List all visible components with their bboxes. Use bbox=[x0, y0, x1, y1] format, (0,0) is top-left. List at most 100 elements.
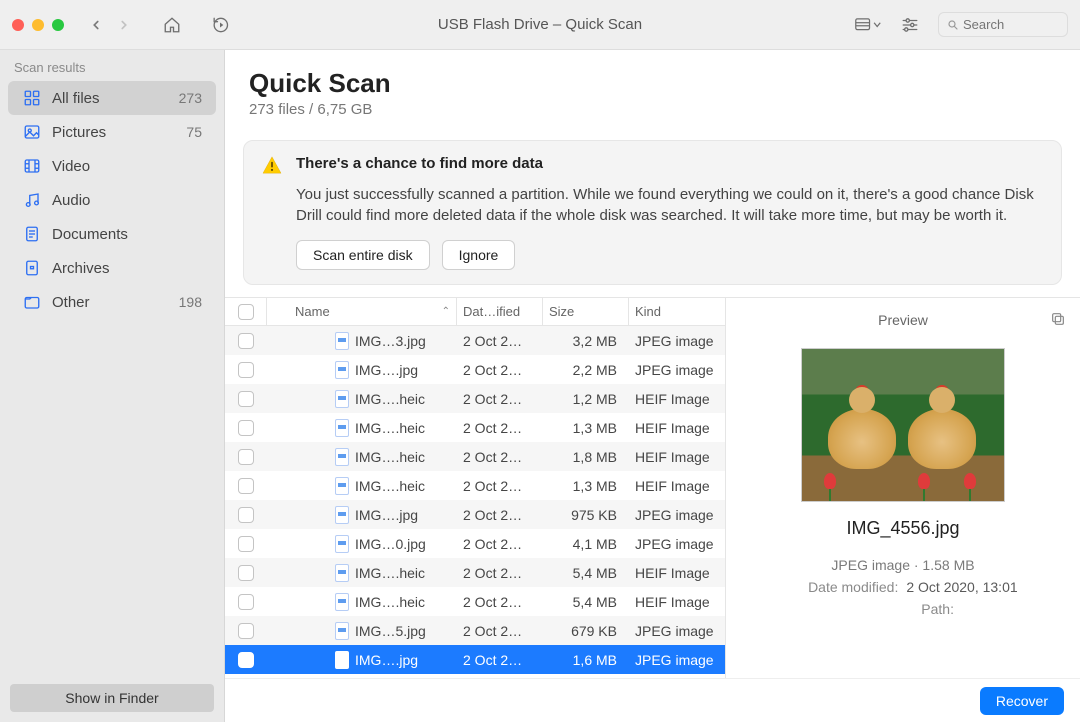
table-row[interactable]: IMG….jpg2 Oct 2…975 KBJPEG image bbox=[225, 500, 725, 529]
view-options-button[interactable] bbox=[854, 11, 882, 39]
page-title: Quick Scan bbox=[249, 68, 1056, 99]
column-date-label: Dat…ified bbox=[463, 304, 520, 319]
row-checkbox[interactable] bbox=[238, 420, 254, 436]
row-name: IMG….heic bbox=[355, 420, 425, 436]
recover-button[interactable]: Recover bbox=[980, 687, 1064, 715]
select-all-checkbox[interactable] bbox=[238, 304, 254, 320]
row-checkbox[interactable] bbox=[238, 391, 254, 407]
table-row[interactable]: IMG…5.jpg2 Oct 2…679 KBJPEG image bbox=[225, 616, 725, 645]
row-date: 2 Oct 2… bbox=[463, 391, 522, 407]
column-kind[interactable]: Kind bbox=[629, 298, 725, 325]
table-row[interactable]: IMG….heic2 Oct 2…5,4 MBHEIF Image bbox=[225, 558, 725, 587]
row-size: 5,4 MB bbox=[573, 594, 617, 610]
file-icon bbox=[335, 622, 349, 640]
ignore-button[interactable]: Ignore bbox=[442, 240, 516, 270]
row-size: 3,2 MB bbox=[573, 333, 617, 349]
footer: Recover bbox=[225, 678, 1080, 722]
main-panel: Quick Scan 273 files / 6,75 GB There's a… bbox=[225, 50, 1080, 722]
row-checkbox[interactable] bbox=[238, 507, 254, 523]
row-checkbox[interactable] bbox=[238, 565, 254, 581]
preview-filename: IMG_4556.jpg bbox=[846, 518, 959, 539]
row-size: 2,2 MB bbox=[573, 362, 617, 378]
sidebar-item-label: Audio bbox=[52, 192, 90, 209]
preview-heading: Preview bbox=[878, 312, 928, 328]
settings-button[interactable] bbox=[896, 11, 924, 39]
row-date: 2 Oct 2… bbox=[463, 420, 522, 436]
minimize-window-button[interactable] bbox=[32, 19, 44, 31]
sidebar: Scan results All files273Pictures75Video… bbox=[0, 50, 225, 722]
row-name: IMG….heic bbox=[355, 478, 425, 494]
row-name: IMG….jpg bbox=[355, 652, 418, 668]
close-window-button[interactable] bbox=[12, 19, 24, 31]
warning-icon bbox=[262, 156, 282, 174]
sidebar-item-pictures[interactable]: Pictures75 bbox=[8, 115, 216, 149]
row-checkbox[interactable] bbox=[238, 594, 254, 610]
row-kind: JPEG image bbox=[635, 623, 714, 639]
table-row[interactable]: IMG…0.jpg2 Oct 2…4,1 MBJPEG image bbox=[225, 529, 725, 558]
row-name: IMG…5.jpg bbox=[355, 623, 426, 639]
row-checkbox[interactable] bbox=[238, 536, 254, 552]
file-icon bbox=[335, 361, 349, 379]
row-size: 1,8 MB bbox=[573, 449, 617, 465]
window-controls bbox=[12, 19, 64, 31]
table-row[interactable]: IMG….heic2 Oct 2…1,3 MBHEIF Image bbox=[225, 413, 725, 442]
row-size: 1,3 MB bbox=[573, 478, 617, 494]
sidebar-item-all-files[interactable]: All files273 bbox=[8, 81, 216, 115]
sidebar-item-archives[interactable]: Archives bbox=[8, 251, 216, 285]
search-icon bbox=[947, 18, 959, 32]
row-checkbox[interactable] bbox=[238, 623, 254, 639]
row-checkbox[interactable] bbox=[238, 333, 254, 349]
table-row[interactable]: IMG….heic 2 Oct 2… 1,8 MB HEIF Image bbox=[225, 442, 725, 471]
home-button[interactable] bbox=[158, 11, 186, 39]
table-row[interactable]: IMG….heic2 Oct 2…5,4 MBHEIF Image bbox=[225, 587, 725, 616]
row-date: 2 Oct 2… bbox=[463, 652, 522, 668]
preview-image bbox=[801, 348, 1005, 502]
row-size: 1,3 MB bbox=[573, 420, 617, 436]
sidebar-item-audio[interactable]: Audio bbox=[8, 183, 216, 217]
film-icon bbox=[22, 156, 42, 176]
sidebar-item-label: Documents bbox=[52, 226, 128, 243]
file-icon bbox=[335, 506, 349, 524]
preview-date-value: 2 Oct 2020, 13:01 bbox=[906, 579, 1017, 595]
table-row[interactable]: IMG….heic2 Oct 2…1,2 MBHEIF Image bbox=[225, 384, 725, 413]
sidebar-item-count: 273 bbox=[179, 90, 202, 106]
preview-panel: Preview IMG_4556.jpg JPEG image · 1.58 M… bbox=[725, 298, 1080, 722]
table-row[interactable]: IMG….jpg2 Oct 2…1,6 MBJPEG image bbox=[225, 645, 725, 674]
table-row[interactable]: IMG…3.jpg2 Oct 2…3,2 MBJPEG image bbox=[225, 326, 725, 355]
sidebar-item-documents[interactable]: Documents bbox=[8, 217, 216, 251]
table-row[interactable]: IMG….jpg2 Oct 2…2,2 MBJPEG image bbox=[225, 355, 725, 384]
forward-button[interactable] bbox=[110, 11, 138, 39]
column-size[interactable]: Size bbox=[543, 298, 629, 325]
page-subtitle: 273 files / 6,75 GB bbox=[249, 101, 1056, 118]
search-field[interactable] bbox=[938, 12, 1068, 37]
row-checkbox[interactable] bbox=[238, 449, 254, 465]
grid-icon bbox=[22, 88, 42, 108]
row-checkbox[interactable] bbox=[238, 362, 254, 378]
row-checkbox[interactable] bbox=[238, 478, 254, 494]
row-name: IMG….heic bbox=[355, 449, 425, 465]
show-in-finder-button[interactable]: Show in Finder bbox=[10, 684, 214, 712]
row-kind: HEIF Image bbox=[635, 449, 710, 465]
scan-entire-disk-button[interactable]: Scan entire disk bbox=[296, 240, 430, 270]
row-kind: JPEG image bbox=[635, 333, 714, 349]
row-date: 2 Oct 2… bbox=[463, 449, 522, 465]
recover-session-button[interactable] bbox=[206, 11, 234, 39]
copy-icon[interactable] bbox=[1050, 311, 1066, 330]
search-input[interactable] bbox=[963, 17, 1059, 32]
file-icon bbox=[335, 535, 349, 553]
sidebar-item-other[interactable]: Other198 bbox=[8, 285, 216, 319]
sidebar-heading: Scan results bbox=[0, 50, 224, 81]
sidebar-item-video[interactable]: Video bbox=[8, 149, 216, 183]
file-icon bbox=[335, 419, 349, 437]
table-row[interactable]: IMG….heic2 Oct 2…1,3 MBHEIF Image bbox=[225, 471, 725, 500]
row-size: 5,4 MB bbox=[573, 565, 617, 581]
maximize-window-button[interactable] bbox=[52, 19, 64, 31]
archive-icon bbox=[22, 258, 42, 278]
column-name[interactable]: Name ⌃ bbox=[267, 298, 457, 325]
column-name-label: Name bbox=[295, 304, 330, 319]
column-date[interactable]: Dat…ified bbox=[457, 298, 543, 325]
back-button[interactable] bbox=[82, 11, 110, 39]
toolbar: USB Flash Drive – Quick Scan bbox=[0, 0, 1080, 50]
row-checkbox[interactable] bbox=[238, 652, 254, 668]
table-header: Name ⌃ Dat…ified Size Kind bbox=[225, 298, 725, 326]
